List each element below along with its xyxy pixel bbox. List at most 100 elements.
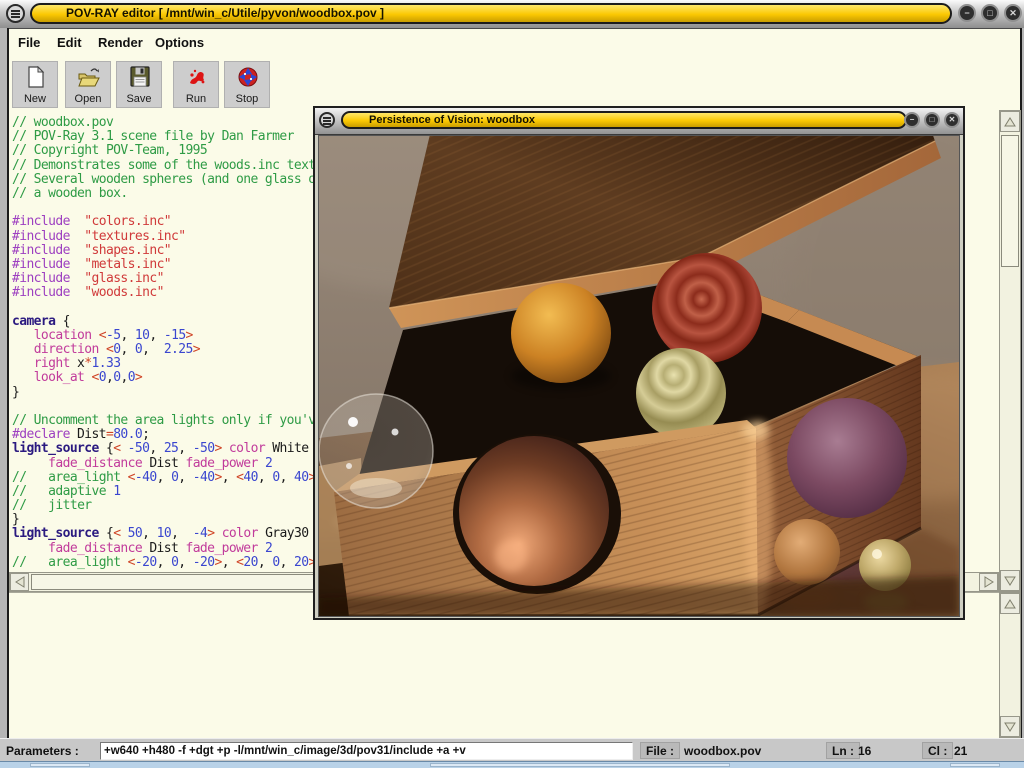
code-token: 2 <box>265 541 272 556</box>
save-button[interactable]: Save <box>116 61 162 108</box>
code-token <box>120 441 127 456</box>
render-viewport <box>318 135 960 617</box>
code-token: -40 <box>135 470 157 485</box>
editor-vertical-scrollbar[interactable] <box>999 110 1021 592</box>
code-token: { <box>55 314 69 329</box>
code-token: } <box>12 512 19 527</box>
code-token: "metals.inc" <box>84 257 171 272</box>
code-token: { <box>99 526 113 541</box>
code-token: -20 <box>135 555 157 570</box>
parameters-input[interactable] <box>100 742 633 760</box>
code-token: 2 <box>265 456 272 471</box>
code-token: * <box>84 356 91 371</box>
scroll-left-icon[interactable] <box>10 573 29 591</box>
taskbar-item <box>30 763 90 767</box>
code-token <box>99 342 106 357</box>
code-token: 1 <box>113 484 120 499</box>
code-token: 20 <box>294 555 308 570</box>
code-token <box>12 342 34 357</box>
code-token: , <box>142 342 164 357</box>
render-window[interactable]: Persistence of Vision: woodbox − □ ✕ <box>313 106 965 620</box>
code-token: 50 <box>128 526 142 541</box>
copper-sphere <box>459 436 609 586</box>
glass-sphere <box>319 394 433 508</box>
code-token: , <box>142 526 156 541</box>
code-token <box>12 328 34 343</box>
scroll-down-icon[interactable] <box>1000 716 1020 737</box>
code-token: // Demonstrates some of the woods.inc te… <box>12 158 323 173</box>
code-token: -20 <box>193 555 215 570</box>
scroll-up-icon[interactable] <box>1000 111 1020 132</box>
code-token: Gray30 <box>258 526 309 541</box>
column-label: Cl : <box>922 742 953 759</box>
minimize-button[interactable]: − <box>904 112 920 128</box>
menu-edit[interactable]: Edit <box>57 35 82 50</box>
code-token: #declare <box>12 427 70 442</box>
minimize-button[interactable]: − <box>958 4 976 22</box>
new-button[interactable]: New <box>12 61 58 108</box>
code-token: -5 <box>106 328 120 343</box>
code-token: -15 <box>164 328 186 343</box>
code-token <box>26 555 48 570</box>
editor-vscroll-thumb[interactable] <box>1001 135 1019 267</box>
yellow-striped-sphere <box>636 348 726 438</box>
code-token: > <box>135 370 142 385</box>
code-token: Dist <box>70 427 106 442</box>
code-token: // woodbox.pov <box>12 115 113 130</box>
maximize-button[interactable]: □ <box>924 112 940 128</box>
code-token: x <box>70 356 84 371</box>
code-token: , <box>149 441 163 456</box>
code-token <box>92 328 99 343</box>
code-token <box>26 484 48 499</box>
code-token: #include <box>12 257 70 272</box>
code-token <box>26 470 48 485</box>
menu-render[interactable]: Render <box>98 35 143 50</box>
code-token: -50 <box>193 441 215 456</box>
file-label: File : <box>640 742 680 759</box>
code-token: , <box>157 555 171 570</box>
code-token: 0 <box>272 555 279 570</box>
code-token: , <box>258 470 272 485</box>
menu-file[interactable]: File <box>18 35 40 50</box>
open-button[interactable]: Open <box>65 61 111 108</box>
code-token <box>258 456 265 471</box>
render-window-titlebar: Persistence of Vision: woodbox − □ ✕ <box>315 108 963 135</box>
stop-button[interactable]: Stop <box>224 61 270 108</box>
run-button-label: Run <box>186 93 206 105</box>
render-window-title: Persistence of Vision: woodbox <box>341 111 907 129</box>
code-token: , <box>222 555 236 570</box>
window-menu-icon[interactable] <box>6 4 25 23</box>
taskbar-strip[interactable] <box>0 761 1024 768</box>
open-folder-icon <box>78 66 100 88</box>
code-token <box>12 541 48 556</box>
close-button[interactable]: ✕ <box>944 112 960 128</box>
code-token <box>12 456 48 471</box>
code-token: 25 <box>164 441 178 456</box>
stop-button-label: Stop <box>236 93 259 105</box>
maximize-button[interactable]: □ <box>981 4 999 22</box>
menubar: File Edit Render Options <box>9 30 1020 58</box>
close-button[interactable]: ✕ <box>1004 4 1022 22</box>
code-token: // <box>12 555 26 570</box>
output-vertical-scrollbar[interactable] <box>999 592 1021 738</box>
scroll-up-icon[interactable] <box>1000 593 1020 614</box>
code-token: // <box>12 484 26 499</box>
code-token <box>12 370 34 385</box>
window-menu-icon[interactable] <box>319 112 335 128</box>
code-token: 0 <box>128 370 135 385</box>
stop-ball-icon <box>237 66 259 88</box>
code-token: , <box>120 328 134 343</box>
code-token: Dist <box>142 541 185 556</box>
scroll-down-icon[interactable] <box>1000 570 1020 591</box>
code-token: ; <box>142 427 149 442</box>
scroll-right-icon[interactable] <box>979 573 998 591</box>
code-token: , <box>120 342 134 357</box>
code-token: fade_distance <box>48 456 142 471</box>
code-token: right <box>34 356 70 371</box>
code-token <box>70 229 84 244</box>
menu-options[interactable]: Options <box>155 35 204 50</box>
run-button[interactable]: Run <box>173 61 219 108</box>
code-token: , <box>280 555 294 570</box>
code-token: } <box>12 385 19 400</box>
code-token <box>70 285 84 300</box>
